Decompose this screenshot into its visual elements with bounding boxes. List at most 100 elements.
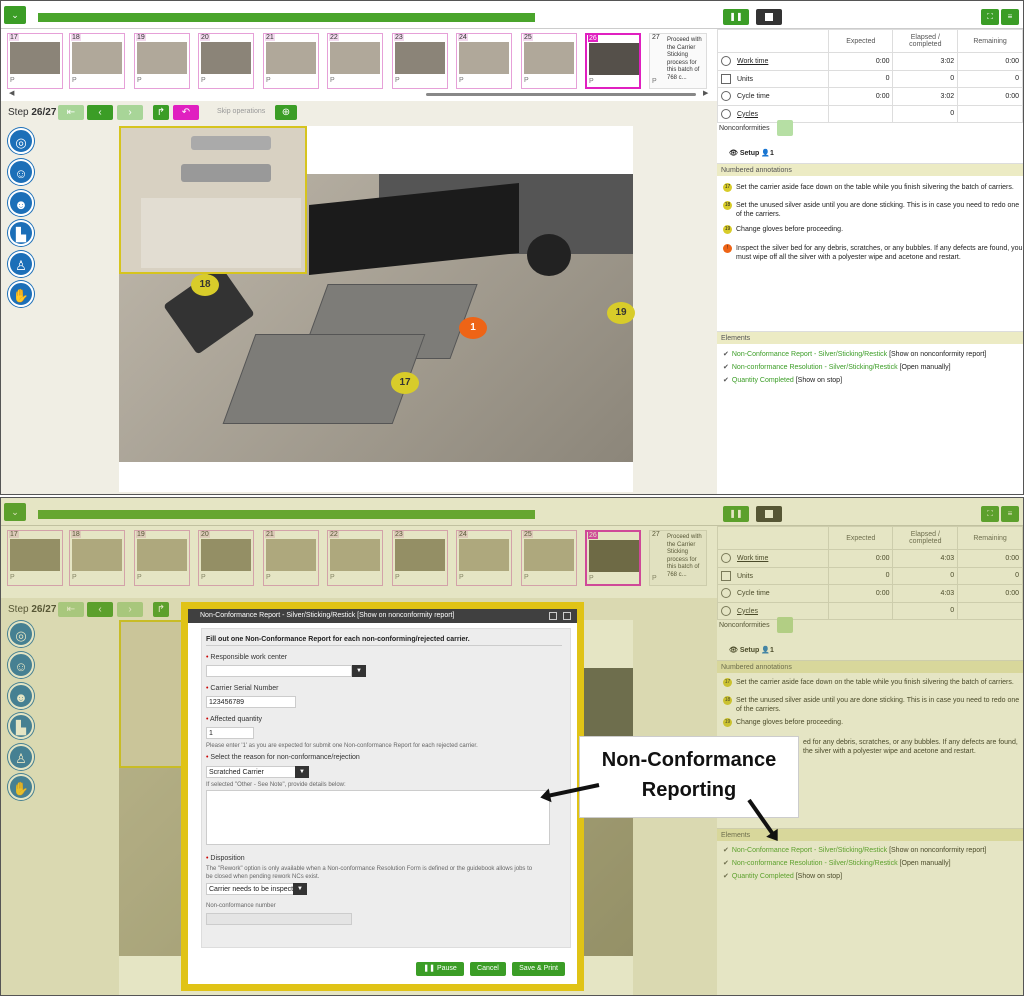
step-thumbnail-current[interactable]: 26 P [585, 33, 641, 89]
table-header [716, 29, 830, 53]
maximize-icon[interactable] [563, 612, 571, 620]
menu-button[interactable]: ≡ [1001, 9, 1019, 25]
thumbnail-image [459, 42, 509, 74]
cancel-button[interactable]: Cancel [470, 962, 506, 976]
other-details-label: If selected "Other - See Note", provide … [206, 782, 346, 788]
collapse-button[interactable]: ⌄ [4, 6, 26, 24]
nonconformity-button[interactable] [777, 120, 793, 136]
cell-value: 0 [957, 69, 1023, 88]
annotation-marker-1[interactable]: 1 [459, 317, 487, 339]
chevron-down-icon[interactable]: ▼ [352, 665, 366, 677]
step-thumbnail[interactable]: 20 P [198, 33, 254, 89]
cell-value: 3:02 [892, 87, 959, 106]
step-current: 26/27 [31, 107, 57, 118]
cell-value: 0:00 [957, 52, 1023, 71]
pause-button[interactable]: ❚❚ [723, 9, 749, 25]
table-header: Remaining [957, 29, 1023, 53]
annotation-item: ! Inspect the silver bed for any debris, … [723, 244, 1023, 262]
thumbnail-image [201, 42, 251, 74]
scroll-right-icon[interactable]: ▶ [703, 89, 708, 97]
work-center-select[interactable] [206, 665, 352, 677]
element-note: [Show on nonconformity report] [889, 351, 987, 358]
serial-number-input[interactable]: 123456789 [206, 696, 296, 708]
cell-value: 3:02 [892, 52, 959, 71]
element-link[interactable]: Non-conformance Resolution - Silver/Stic… [732, 364, 898, 371]
thumbnail-footer: P [330, 77, 335, 84]
step-thumbnail[interactable]: 19 P [134, 33, 190, 89]
cell-value [828, 104, 894, 123]
work-center-label: Responsible work center [206, 654, 287, 661]
inset-photo [119, 126, 307, 274]
step-thumbnail[interactable]: 24 P [456, 33, 512, 89]
stop-button[interactable] [756, 9, 782, 25]
cell-value [957, 104, 1023, 123]
zoom-button[interactable]: ⊕ [275, 105, 297, 120]
annotation-marker-17[interactable]: 17 [391, 372, 419, 394]
time-stats-table: Expected Elapsed / completed Remaining Wor… [716, 29, 1023, 123]
chevron-down-icon: ⌄ [11, 10, 19, 20]
element-item[interactable]: ✔ Quantity Completed [Show on stop] [723, 376, 842, 384]
dialog-title: Non-Conformance Report - Silver/Sticking… [200, 612, 455, 619]
thumbnail-scrollbar[interactable]: ◀ ▶ [9, 89, 708, 97]
table-row: Cycles 0 [716, 104, 1023, 123]
element-item[interactable]: ✔ Non-Conformance Report - Silver/Stickin… [723, 350, 986, 358]
element-link[interactable]: Quantity Completed [732, 377, 794, 384]
step-thumbnail[interactable]: 18 P [69, 33, 125, 89]
table-header: Elapsed / completed [892, 29, 959, 53]
chevron-down-icon[interactable]: ▼ [295, 766, 309, 778]
disposition-select[interactable]: Carrier needs to be inspecte [206, 883, 294, 895]
next-step-thumbnail[interactable]: 27 Proceed with the Carrier Sticking pro… [649, 33, 707, 89]
step-thumbnail[interactable]: 21 P [263, 33, 319, 89]
previous-step-button[interactable]: ‹ [87, 105, 113, 120]
mouse-shape [527, 234, 571, 276]
pause-button[interactable]: ❚❚ Pause [416, 962, 464, 976]
step-thumbnail[interactable]: 25 P [521, 33, 577, 89]
jump-button[interactable]: ↱ [153, 105, 169, 120]
step-thumbnail[interactable]: 22 P [327, 33, 383, 89]
thumbnail-footer: P [137, 77, 142, 84]
thumbnail-footer: P [459, 77, 464, 84]
undo-button[interactable]: ↶ [173, 105, 199, 120]
thumbnail-image [10, 42, 60, 74]
row-label[interactable]: Work time [737, 58, 768, 65]
next-step-button[interactable]: › [117, 105, 143, 120]
reason-select[interactable]: Scratched Carrier [206, 766, 296, 778]
chevron-down-icon[interactable]: ▼ [293, 883, 307, 895]
thumbnail-image [72, 42, 122, 74]
elements-header: Elements [717, 331, 1023, 344]
thumbnail-footer: P [266, 77, 271, 84]
row-label: Cycle time [737, 93, 770, 101]
annotation-marker-18[interactable]: 18 [191, 274, 219, 296]
form-intro: Fill out one Non-Conformance Report for … [206, 636, 562, 646]
thumbnail-footer: P [589, 78, 594, 85]
thumbnail-number: 24 [458, 34, 468, 41]
annotation-marker-19[interactable]: 19 [607, 302, 635, 324]
step-thumbnail[interactable]: 23 P [392, 33, 448, 89]
silver-bed-shape [181, 164, 271, 182]
cycles-icon [721, 108, 731, 119]
reason-label: Select the reason for non-conformance/re… [206, 754, 359, 761]
step-thumbnail[interactable]: 17 P [7, 33, 63, 89]
other-details-textarea[interactable] [206, 790, 550, 845]
annotation-item: 18 Set the unused silver aside until you … [723, 201, 1023, 219]
fullscreen-button[interactable]: ⛶ [981, 9, 999, 25]
thumbnail-number: 19 [136, 34, 146, 41]
first-step-button[interactable]: ⇤ [58, 105, 84, 120]
row-label[interactable]: Cycles [737, 111, 758, 118]
fullscreen-icon: ⛶ [987, 12, 993, 21]
annotation-marker: 17 [723, 183, 732, 192]
work-instruction-panel-top: ⌄ ❚❚ ⛶ ≡ 17 P 18 P 19 P 20 P 21 P 22 P 23 P 24 P… [0, 0, 1024, 495]
affected-quantity-input[interactable]: 1 [206, 727, 254, 739]
element-link[interactable]: Non-Conformance Report - Silver/Sticking… [732, 351, 887, 358]
skip-operations-button[interactable]: Skip operations [217, 108, 265, 115]
thumbnail-image [137, 42, 187, 74]
scroll-left-icon[interactable]: ◀ [9, 89, 14, 97]
minimize-icon[interactable] [549, 612, 557, 620]
annotation-text: Set the carrier aside face down on the t… [736, 184, 1014, 191]
disposition-label: Disposition [206, 855, 244, 862]
step-progress-bar [38, 13, 535, 22]
scrollbar-thumb[interactable] [426, 93, 696, 96]
affected-quantity-label: Affected quantity [206, 716, 262, 723]
save-print-button[interactable]: Save & Print [512, 962, 565, 976]
element-item[interactable]: ✔ Non-conformance Resolution - Silver/Sti… [723, 363, 951, 371]
